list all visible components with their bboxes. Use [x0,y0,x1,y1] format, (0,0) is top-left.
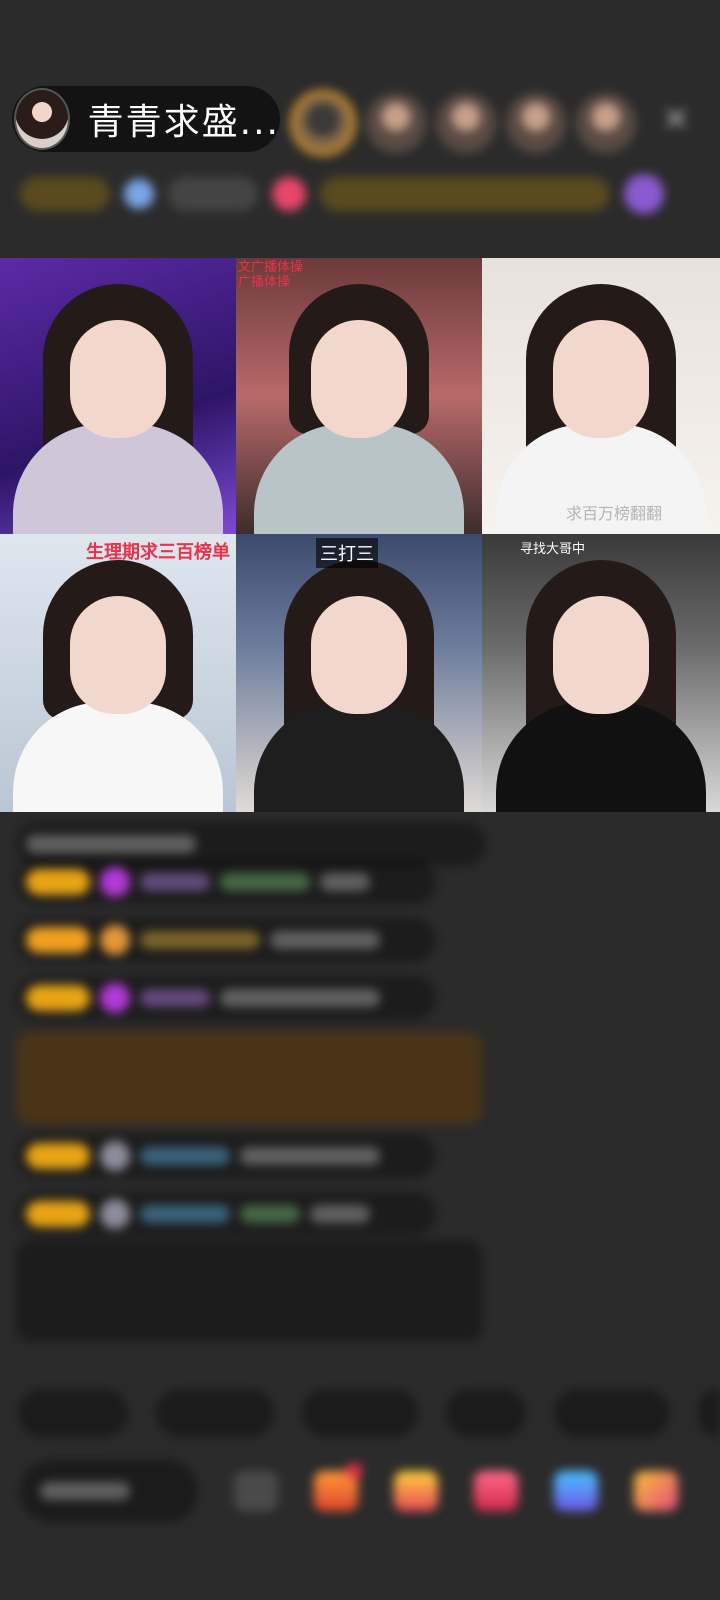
fan-club-icon[interactable] [624,174,664,214]
close-button[interactable]: × [660,101,692,135]
gift-box-icon[interactable] [394,1471,438,1511]
quick-reply-row [18,1388,720,1438]
top-viewer-avatar[interactable] [506,93,566,153]
guest-caption: 三打三 [316,538,378,568]
guest-caption: 生理期求三百榜单 [86,542,230,563]
gem-icon [100,925,130,955]
chat-message [16,1192,436,1236]
guest-face [553,596,649,714]
host-avatar[interactable] [14,88,70,150]
guest-face [70,596,166,714]
quick-reply-chip[interactable] [554,1389,670,1437]
chat-message [16,976,436,1020]
guest-body [254,424,464,534]
entry-notice [16,1032,482,1124]
gift-icon[interactable] [272,177,306,211]
guest-video-tile[interactable]: 文广播体操 广播体操 [236,258,482,534]
guest-video-tile[interactable]: 寻找大哥中 [482,534,720,812]
announcement-chip[interactable] [320,177,610,211]
top-viewers-list[interactable] [290,88,650,158]
guest-video-tile[interactable] [0,258,236,534]
level-badge [26,1201,90,1227]
quick-reply-chip[interactable] [698,1389,720,1437]
gem-icon [100,1141,130,1171]
host-info-pill[interactable]: 青青求盛... [12,86,280,152]
rank-chip[interactable] [20,177,110,211]
heart-icon[interactable] [474,1471,518,1511]
guest-caption: 文广播体操 广播体操 [238,260,304,290]
quick-reply-chip[interactable] [446,1389,526,1437]
chat-input[interactable] [20,1460,198,1522]
multi-guest-video-grid: 文广播体操 广播体操 求百万榜翻翻 生理期求三百榜单 三打三 寻找大哥中 [0,258,720,812]
gem-icon [100,1199,130,1229]
host-name: 青青求盛... [87,102,280,143]
gem-icon [100,867,130,897]
guest-face [311,596,407,714]
guest-caption: 寻找大哥中 [520,542,586,557]
level-badge [26,1143,90,1169]
guest-video-tile[interactable]: 生理期求三百榜单 [0,534,236,812]
system-notice [16,1240,482,1342]
guest-caption: 求百万榜翻翻 [566,504,663,523]
gem-icon [100,983,130,1013]
chat-input-placeholder [40,1482,130,1500]
room-info-row[interactable] [20,172,700,216]
top-viewer-avatar[interactable] [576,93,636,153]
notification-dot [346,1463,362,1479]
quick-reply-chip[interactable] [302,1389,418,1437]
guest-face [70,320,166,438]
guest-face [553,320,649,438]
screen-icon[interactable] [234,1471,278,1511]
hourly-rank-icon [124,179,154,209]
chat-message [16,860,436,904]
guest-video-tile[interactable]: 求百万榜翻翻 [482,258,720,534]
more-icon[interactable] [634,1471,678,1511]
top-viewer-avatar[interactable] [366,93,426,153]
top-viewer-avatar[interactable] [436,93,496,153]
quick-reply-chip[interactable] [18,1389,128,1437]
guest-video-tile[interactable]: 三打三 [236,534,482,812]
chat-message [16,1134,436,1178]
guest-face [311,320,407,438]
game-icon[interactable] [554,1471,598,1511]
level-badge [26,927,90,953]
level-badge [26,985,90,1011]
guest-body [13,702,223,812]
bottom-toolbar [20,1456,710,1526]
top-viewer-avatar[interactable] [290,90,356,156]
quick-reply-chip[interactable] [156,1389,274,1437]
hourly-rank-chip[interactable] [168,177,258,211]
chat-message [16,918,436,962]
level-badge [26,869,90,895]
